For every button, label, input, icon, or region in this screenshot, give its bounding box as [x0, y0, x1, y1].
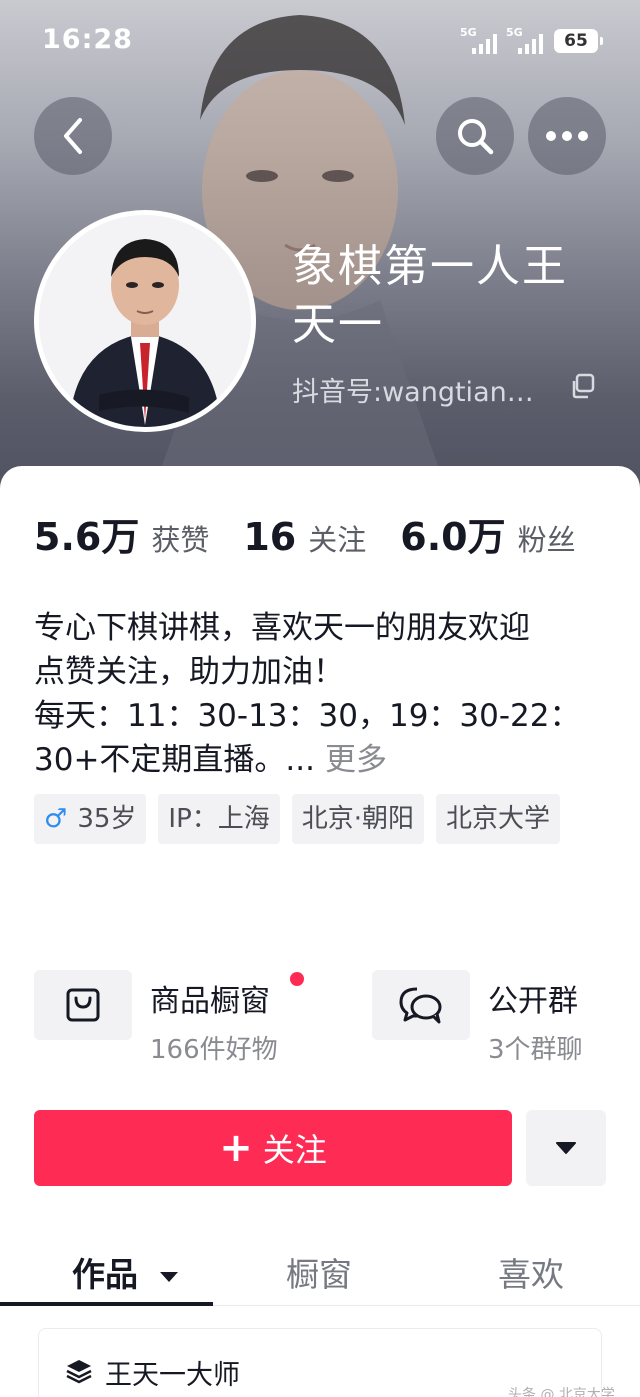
group-title[interactable]: 公开群: [488, 976, 578, 1020]
follow-dropdown-button[interactable]: [526, 1110, 606, 1186]
stats-row: 5.6万 获赞 16 关注 6.0万 粉丝: [34, 506, 610, 561]
bio-line: 每天：11：30-13：30，19：30-22：: [34, 698, 581, 734]
layers-icon: [66, 1360, 92, 1384]
male-icon: ♂: [44, 804, 68, 834]
tab-works-label: 作品: [72, 1255, 138, 1294]
copy-icon[interactable]: [570, 373, 596, 399]
more-dots-icon: [546, 131, 588, 141]
plus-icon: +: [219, 1125, 253, 1171]
collection-label: 王天一大师: [105, 1360, 240, 1391]
bio-text[interactable]: 专心下棋讲棋，喜欢天一的朋友欢迎 点赞关注，助力加油！ 每天：11：30-13：…: [34, 606, 614, 782]
profile-tabs: 作品 橱窗 喜欢: [0, 1236, 640, 1306]
group-subtitle[interactable]: 3个群聊: [488, 1029, 583, 1066]
avatar-photo: [39, 215, 251, 427]
profile-banner: 16:28 5G 5G 65 象棋第一人王天一 抖音号:wangtian…: [0, 0, 640, 500]
follow-label: 关注: [262, 1131, 327, 1169]
signal-icon-2: 5G: [506, 26, 550, 54]
search-button[interactable]: [436, 97, 514, 175]
notification-dot: [290, 972, 304, 986]
chevron-left-icon: [64, 118, 82, 154]
likes-label[interactable]: 获赞: [151, 517, 209, 559]
profile-name: 象棋第一人王天一: [292, 241, 568, 350]
douyin-id: 抖音号:wangtian…: [292, 377, 534, 408]
avatar[interactable]: [34, 210, 256, 432]
profile-tags: ♂ 35岁 IP：上海 北京·朝阳 北京大学: [34, 794, 614, 844]
back-button[interactable]: [34, 97, 112, 175]
tag-ip: IP：上海: [158, 794, 280, 844]
group-tile-icon[interactable]: [372, 970, 470, 1040]
bio-line: 30+不定期直播。...: [34, 742, 315, 778]
likes-count[interactable]: 5.6万: [34, 506, 139, 561]
following-count[interactable]: 16: [243, 515, 296, 559]
status-time: 16:28: [42, 24, 133, 55]
tag-age-label: 35岁: [77, 804, 137, 834]
followers-count[interactable]: 6.0万: [400, 506, 505, 561]
search-icon: [458, 119, 494, 155]
shop-title[interactable]: 商品橱窗: [150, 976, 270, 1020]
bio-line: 专心下棋讲棋，喜欢天一的朋友欢迎: [34, 610, 530, 646]
follow-button[interactable]: + 关注: [34, 1110, 512, 1186]
tab-works[interactable]: 作品: [72, 1248, 180, 1296]
battery-icon: 65: [554, 29, 603, 53]
tag-location[interactable]: 北京·朝阳: [291, 794, 425, 844]
more-button[interactable]: [528, 97, 606, 175]
caret-down-icon: [159, 1271, 178, 1282]
bio-line: 点赞关注，助力加油！: [34, 654, 344, 690]
signal-icon: 5G: [460, 26, 504, 54]
profile-card: 5.6万 获赞 16 关注 6.0万 粉丝 专心下棋讲棋，喜欢天一的朋友欢迎 点…: [0, 466, 640, 1397]
caret-down-icon: [556, 1142, 576, 1154]
tag-age: ♂ 35岁: [34, 794, 147, 844]
followers-label[interactable]: 粉丝: [518, 517, 576, 559]
shop-subtitle[interactable]: 166件好物: [150, 1029, 278, 1066]
tab-active-indicator: [0, 1302, 213, 1306]
shopping-bag-icon: [66, 988, 100, 1022]
tag-school[interactable]: 北京大学: [436, 794, 561, 844]
watermark: 头条 @ 北京大学: [508, 1387, 615, 1397]
following-label[interactable]: 关注: [308, 517, 366, 559]
shop-tile-icon[interactable]: [34, 970, 132, 1040]
status-bar: 16:28 5G 5G 65: [0, 0, 640, 80]
bio-more-link[interactable]: 更多: [325, 742, 387, 778]
tab-showcase[interactable]: 橱窗: [286, 1248, 352, 1296]
tab-likes[interactable]: 喜欢: [498, 1248, 564, 1296]
chat-bubbles-icon: [399, 987, 442, 1024]
